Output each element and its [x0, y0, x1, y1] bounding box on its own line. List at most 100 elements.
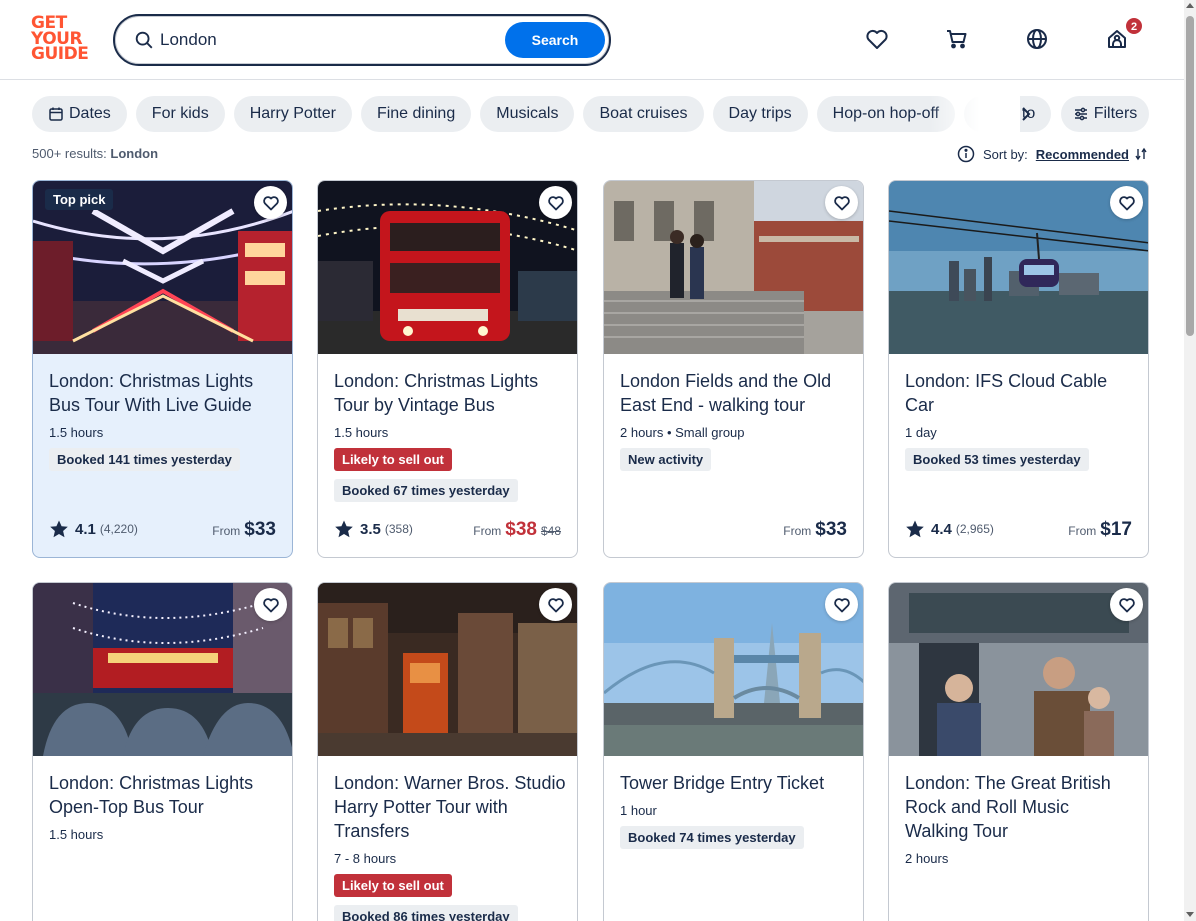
- card-body: London: Christmas Lights Open-Top Bus To…: [49, 771, 281, 842]
- card-price: From $33: [783, 519, 847, 541]
- chip-label: Hop-on hop-off: [832, 105, 940, 122]
- sliders-icon: [1074, 107, 1087, 121]
- heart-outline-icon: [547, 195, 564, 210]
- card-rating: 4.4 (2,965): [905, 519, 994, 539]
- star-icon: [335, 520, 353, 538]
- info-icon[interactable]: [957, 145, 975, 163]
- card-price: From $17: [1068, 519, 1132, 541]
- card-title[interactable]: London: Christmas Lights Tour by Vintage…: [334, 369, 566, 417]
- sort-control[interactable]: Sort by: Recommended: [957, 144, 1149, 164]
- filters-label: Filters: [1093, 105, 1138, 122]
- wishlist-button[interactable]: [825, 186, 858, 219]
- brand-logo[interactable]: GET YOUR GUIDE: [31, 15, 91, 64]
- card-title[interactable]: London: Christmas Lights Open-Top Bus To…: [49, 771, 281, 819]
- card-rating: 4.1 (4,220): [49, 519, 138, 539]
- chip-day-trips[interactable]: Day trips: [712, 96, 808, 132]
- sort-value[interactable]: Recommended: [1036, 147, 1129, 162]
- page-scrollbar[interactable]: [1184, 0, 1196, 921]
- wishlist-button[interactable]: [254, 186, 287, 219]
- activity-card[interactable]: London Fields and the Old East End - wal…: [603, 180, 864, 558]
- category-chips: Dates For kids Harry Potter Fine dining Mus…: [32, 96, 1072, 132]
- chip-label: Harry Potter: [249, 105, 336, 122]
- filters-button[interactable]: Filters: [1061, 96, 1149, 132]
- card-title[interactable]: London: Warner Bros. Studio Harry Potter…: [334, 771, 566, 843]
- cart-icon[interactable]: [942, 24, 972, 54]
- activity-card[interactable]: London: Christmas Lights Open-Top Bus To…: [32, 582, 293, 921]
- search-bar: Search: [113, 14, 611, 66]
- chip-label: For kids: [151, 105, 209, 122]
- card-body: Tower Bridge Entry Ticket 1 hour Booked …: [620, 771, 852, 849]
- scroll-thumb[interactable]: [1186, 16, 1194, 336]
- activity-card[interactable]: London: Christmas Lights Tour by Vintage…: [317, 180, 578, 558]
- card-footer: 3.5 (358) From $38 $48: [334, 517, 561, 541]
- chip-musicals[interactable]: Musicals: [480, 96, 575, 132]
- activity-card[interactable]: London: Warner Bros. Studio Harry Potter…: [317, 582, 578, 921]
- card-footer: 4.1 (4,220) From $33: [49, 517, 276, 541]
- card-title[interactable]: Tower Bridge Entry Ticket: [620, 771, 852, 795]
- chip-label: Day trips: [728, 105, 792, 122]
- sell-out-tag: Likely to sell out: [334, 448, 452, 471]
- globe-icon[interactable]: [1022, 24, 1052, 54]
- booked-tag: Booked 86 times yesterday: [334, 905, 518, 921]
- search-button[interactable]: Search: [505, 22, 605, 58]
- booked-tag: Booked 74 times yesterday: [620, 826, 804, 849]
- wishlist-button[interactable]: [539, 186, 572, 219]
- card-title[interactable]: London: IFS Cloud Cable Car: [905, 369, 1137, 417]
- price-prefix: From: [1068, 524, 1097, 538]
- heart-outline-icon: [262, 597, 279, 612]
- card-duration: 1.5 hours: [49, 827, 104, 842]
- heart-outline-icon: [833, 195, 850, 210]
- card-footer: 4.4 (2,965) From $17: [905, 517, 1132, 541]
- sell-out-tag: Likely to sell out: [334, 874, 452, 897]
- card-price: From $33: [212, 519, 276, 541]
- wishlist-button[interactable]: [825, 588, 858, 621]
- heart-outline-icon: [1118, 597, 1135, 612]
- scroll-down-arrow[interactable]: [1186, 912, 1194, 917]
- card-title[interactable]: London: The Great British Rock and Roll …: [905, 771, 1137, 843]
- card-body: London: IFS Cloud Cable Car 1 day Booked…: [905, 369, 1137, 471]
- chip-boat-cruises[interactable]: Boat cruises: [583, 96, 704, 132]
- sort-arrows-icon: [1135, 147, 1147, 161]
- heart-outline-icon: [833, 597, 850, 612]
- price-value: $17: [1100, 519, 1132, 540]
- search-icon: [135, 31, 153, 49]
- chip-for-kids[interactable]: For kids: [135, 96, 225, 132]
- price-value: $33: [244, 519, 276, 540]
- star-icon: [906, 520, 924, 538]
- activity-card[interactable]: Top pick London: Christmas Lights Bus To…: [32, 180, 293, 558]
- review-count: (4,220): [99, 522, 138, 536]
- activity-card[interactable]: London: IFS Cloud Cable Car 1 day Booked…: [888, 180, 1149, 558]
- card-title[interactable]: London Fields and the Old East End - wal…: [620, 369, 852, 417]
- heart-outline-icon: [547, 597, 564, 612]
- search-input[interactable]: [160, 27, 490, 53]
- price-prefix: From: [783, 524, 812, 538]
- wishlist-button[interactable]: [539, 588, 572, 621]
- sort-label: Sort by:: [983, 146, 1028, 162]
- chip-fine-dining[interactable]: Fine dining: [360, 96, 472, 132]
- chip-harry-potter[interactable]: Harry Potter: [233, 96, 352, 132]
- review-count: (2,965): [955, 522, 994, 536]
- results-count: 500+ results: London: [32, 146, 158, 161]
- top-header: GET YOUR GUIDE Search 2: [0, 0, 1184, 80]
- card-title[interactable]: London: Christmas Lights Bus Tour With L…: [49, 369, 281, 417]
- review-count: (358): [384, 522, 413, 536]
- booked-tag: Booked 141 times yesterday: [49, 448, 240, 471]
- chip-dates[interactable]: Dates: [32, 96, 127, 132]
- logo-line-3: GUIDE: [31, 44, 89, 64]
- wishlist-button[interactable]: [254, 588, 287, 621]
- chip-label: Fine dining: [376, 105, 456, 122]
- price-prefix: From: [473, 524, 502, 538]
- wishlist-button[interactable]: [1110, 186, 1143, 219]
- card-duration: 1.5 hours: [334, 425, 389, 440]
- activity-card[interactable]: Tower Bridge Entry Ticket 1 hour Booked …: [603, 582, 864, 921]
- scroll-up-arrow[interactable]: [1186, 3, 1194, 8]
- chevron-right-icon[interactable]: [1012, 100, 1040, 128]
- activity-card[interactable]: London: The Great British Rock and Roll …: [888, 582, 1149, 921]
- card-duration: 7 - 8 hours: [334, 851, 397, 866]
- notification-badge: 2: [1125, 17, 1143, 35]
- wishlist-button[interactable]: [1110, 588, 1143, 621]
- results-location: London: [110, 146, 159, 161]
- chip-label: Dates: [69, 105, 111, 122]
- card-body: London Fields and the Old East End - wal…: [620, 369, 852, 471]
- heart-icon[interactable]: [862, 24, 892, 54]
